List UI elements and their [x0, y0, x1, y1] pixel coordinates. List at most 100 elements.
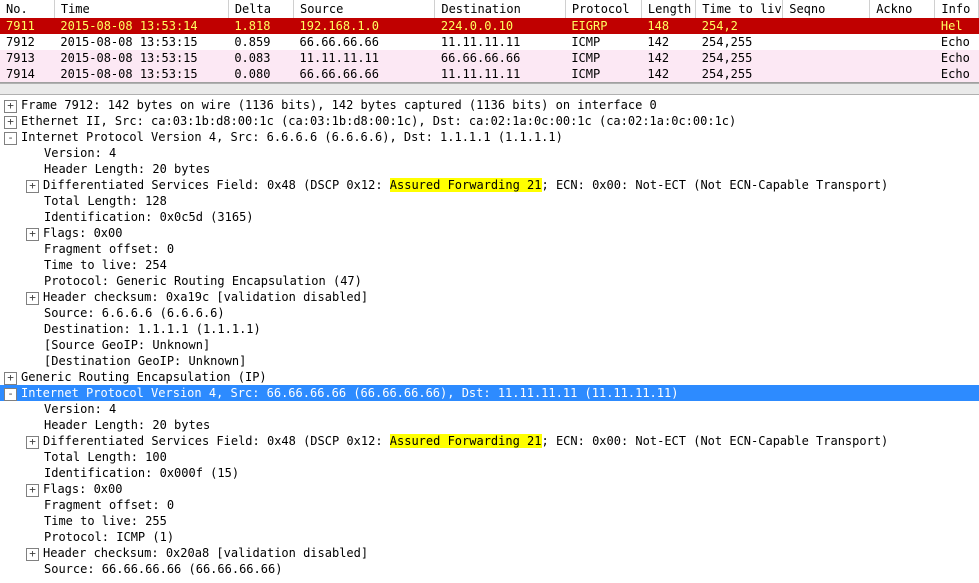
cell-len: 148 [641, 18, 695, 34]
tree-field[interactable]: Time to live: 255 [0, 513, 979, 529]
cell-info: Echo [935, 66, 979, 82]
col-ttl[interactable]: Time to live [696, 0, 783, 18]
cell-src: 11.11.11.11 [294, 50, 435, 66]
cell-dst: 66.66.66.66 [435, 50, 565, 66]
expand-icon[interactable]: + [26, 292, 39, 305]
tree-dsfield[interactable]: + Differentiated Services Field: 0x48 (DS… [0, 433, 979, 449]
expand-icon[interactable]: + [26, 436, 39, 449]
tree-flags[interactable]: + Flags: 0x00 [0, 225, 979, 241]
tree-csum[interactable]: + Header checksum: 0x20a8 [validation dis… [0, 545, 979, 561]
tree-label: Total Length: 128 [44, 194, 167, 208]
cell-src: 192.168.1.0 [294, 18, 435, 34]
col-no[interactable]: No. [0, 0, 54, 18]
tree-field[interactable]: Source: 6.6.6.6 (6.6.6.6) [0, 305, 979, 321]
cell-proto: ICMP [565, 66, 641, 82]
tree-field[interactable]: Version: 4 [0, 145, 979, 161]
tree-label: Protocol: ICMP (1) [44, 530, 174, 544]
col-delta[interactable]: Delta [228, 0, 293, 18]
tree-field[interactable]: [Destination GeoIP: Unknown] [0, 353, 979, 369]
col-len[interactable]: Length [641, 0, 695, 18]
cell-seq [783, 34, 870, 50]
tree-label: Flags: 0x00 [43, 226, 122, 240]
packet-row[interactable]: 7912 2015-08-08 13:53:15 0.859 66.66.66.… [0, 34, 979, 50]
tree-label: Source: 6.6.6.6 (6.6.6.6) [44, 306, 225, 320]
tree-gre[interactable]: + Generic Routing Encapsulation (IP) [0, 369, 979, 385]
packet-list[interactable]: No. Time Delta Source Destination Protoc… [0, 0, 979, 83]
cell-proto: EIGRP [565, 18, 641, 34]
tree-field[interactable]: Header Length: 20 bytes [0, 161, 979, 177]
cell-ack [870, 34, 935, 50]
expand-icon[interactable]: + [4, 372, 17, 385]
tree-field[interactable]: Time to live: 254 [0, 257, 979, 273]
cell-delta: 1.818 [228, 18, 293, 34]
col-src[interactable]: Source [294, 0, 435, 18]
col-proto[interactable]: Protocol [565, 0, 641, 18]
tree-label: Ethernet II, Src: ca:03:1b:d8:00:1c (ca:… [21, 114, 736, 128]
cell-info: Echo [935, 34, 979, 50]
tree-label: Header Length: 20 bytes [44, 162, 210, 176]
col-time[interactable]: Time [54, 0, 228, 18]
cell-no: 7913 [0, 50, 54, 66]
tree-ip-inner-selected[interactable]: -Internet Protocol Version 4, Src: 66.66… [0, 385, 979, 401]
expand-icon[interactable]: + [26, 548, 39, 561]
tree-label: Differentiated Services Field: 0x48 (DSC… [43, 434, 390, 448]
pane-divider[interactable] [0, 83, 979, 95]
tree-label: Source: 66.66.66.66 (66.66.66.66) [44, 562, 282, 576]
expand-icon[interactable]: + [4, 116, 17, 129]
cell-time: 2015-08-08 13:53:15 [54, 66, 228, 82]
tree-ip-outer[interactable]: -Internet Protocol Version 4, Src: 6.6.6… [0, 129, 979, 145]
cell-proto: ICMP [565, 34, 641, 50]
tree-label: Header Length: 20 bytes [44, 418, 210, 432]
expand-icon[interactable]: + [26, 484, 39, 497]
tree-eth[interactable]: + Ethernet II, Src: ca:03:1b:d8:00:1c (ca… [0, 113, 979, 129]
tree-label: Header checksum: 0xa19c [validation disa… [43, 290, 368, 304]
tree-label: Generic Routing Encapsulation (IP) [21, 370, 267, 384]
cell-src: 66.66.66.66 [294, 66, 435, 82]
cell-seq [783, 50, 870, 66]
column-header-row[interactable]: No. Time Delta Source Destination Protoc… [0, 0, 979, 18]
cell-info: Hel [935, 18, 979, 34]
highlight-af21: Assured Forwarding 21 [390, 434, 542, 448]
tree-field[interactable]: Fragment offset: 0 [0, 241, 979, 257]
tree-label: Header checksum: 0x20a8 [validation disa… [43, 546, 368, 560]
packet-details[interactable]: +Frame 7912: 142 bytes on wire (1136 bit… [0, 95, 979, 577]
col-seq[interactable]: Seqno [783, 0, 870, 18]
col-info[interactable]: Info [935, 0, 979, 18]
tree-field[interactable]: Protocol: ICMP (1) [0, 529, 979, 545]
tree-flags[interactable]: +Flags: 0x00 [0, 481, 979, 497]
tree-label: Identification: 0x000f (15) [44, 466, 239, 480]
tree-field[interactable]: Version: 4 [0, 401, 979, 417]
tree-label: Version: 4 [44, 146, 116, 160]
tree-field[interactable]: Fragment offset: 0 [0, 497, 979, 513]
tree-field[interactable]: Destination: 1.1.1.1 (1.1.1.1) [0, 321, 979, 337]
packet-row[interactable]: 7913 2015-08-08 13:53:15 0.083 11.11.11.… [0, 50, 979, 66]
cell-time: 2015-08-08 13:53:14 [54, 18, 228, 34]
col-dst[interactable]: Destination [435, 0, 565, 18]
collapse-icon[interactable]: - [4, 388, 17, 401]
tree-dsfield[interactable]: + Differentiated Services Field: 0x48 (DS… [0, 177, 979, 193]
cell-delta: 0.859 [228, 34, 293, 50]
tree-field[interactable]: Identification: 0x000f (15) [0, 465, 979, 481]
cell-no: 7911 [0, 18, 54, 34]
tree-csum[interactable]: + Header checksum: 0xa19c [validation dis… [0, 289, 979, 305]
collapse-icon[interactable]: - [4, 132, 17, 145]
expand-icon[interactable]: + [4, 100, 17, 113]
cell-len: 142 [641, 66, 695, 82]
tree-field[interactable]: Header Length: 20 bytes [0, 417, 979, 433]
tree-field[interactable]: Identification: 0x0c5d (3165) [0, 209, 979, 225]
packet-row[interactable]: 7914 2015-08-08 13:53:15 0.080 66.66.66.… [0, 66, 979, 82]
tree-field[interactable]: Total Length: 128 [0, 193, 979, 209]
tree-label: Differentiated Services Field: 0x48 (DSC… [43, 178, 390, 192]
tree-field[interactable]: Source: 66.66.66.66 (66.66.66.66) [0, 561, 979, 577]
tree-field[interactable]: Total Length: 100 [0, 449, 979, 465]
tree-label: Protocol: Generic Routing Encapsulation … [44, 274, 362, 288]
cell-no: 7914 [0, 66, 54, 82]
tree-field[interactable]: [Source GeoIP: Unknown] [0, 337, 979, 353]
packet-row[interactable]: 7911 2015-08-08 13:53:14 1.818 192.168.1… [0, 18, 979, 34]
expand-icon[interactable]: + [26, 228, 39, 241]
expand-icon[interactable]: + [26, 180, 39, 193]
tree-field[interactable]: Protocol: Generic Routing Encapsulation … [0, 273, 979, 289]
cell-len: 142 [641, 34, 695, 50]
tree-frame[interactable]: +Frame 7912: 142 bytes on wire (1136 bit… [0, 97, 979, 113]
col-ack[interactable]: Ackno [870, 0, 935, 18]
